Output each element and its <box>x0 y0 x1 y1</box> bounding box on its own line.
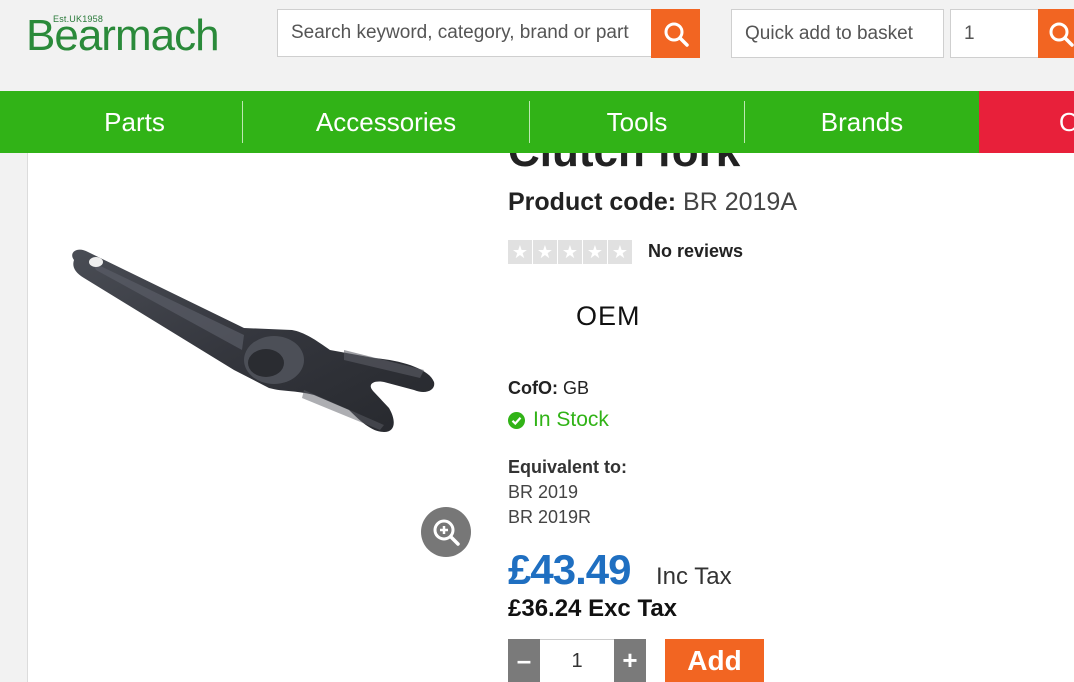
zoom-in-icon <box>433 519 460 546</box>
country-of-origin: CofO: GB <box>508 378 589 399</box>
product-image[interactable] <box>44 200 474 485</box>
star-icon: ★ <box>608 240 632 264</box>
equivalent-item: BR 2019 <box>508 482 579 502</box>
product-code: Product code: BR 2019A <box>508 188 797 217</box>
cofo-value: GB <box>563 378 590 398</box>
main-nav: Parts Accessories Tools Brands O <box>0 91 1074 153</box>
quick-add-qty-box <box>950 9 1039 58</box>
nav-item-parts[interactable]: Parts <box>27 91 242 153</box>
search-input[interactable] <box>278 10 651 56</box>
oem-badge: OEM <box>576 301 641 331</box>
star-icon: ★ <box>508 240 532 264</box>
price-inc-tax: £43.49 <box>508 546 631 593</box>
product-code-value: BR 2019A <box>683 188 797 216</box>
quick-add-qty-input[interactable] <box>951 10 1038 57</box>
stock-text: In Stock <box>533 408 609 431</box>
nav-item-offers[interactable]: O <box>979 91 1074 153</box>
cofo-label: CofO: <box>508 378 558 398</box>
quick-add-box <box>731 9 944 58</box>
rating-stars[interactable]: ★ ★ ★ ★ ★ <box>508 240 632 264</box>
search-icon <box>1049 22 1074 47</box>
price-inc-tax-label: Inc Tax <box>656 563 732 590</box>
quick-add-button[interactable] <box>1038 9 1074 58</box>
search-icon <box>664 22 689 47</box>
site-header: Bearmach Est.UK1958 <box>0 0 1074 91</box>
quantity-stepper: – 1 + <box>508 639 646 682</box>
search-button[interactable] <box>651 9 700 58</box>
zoom-button[interactable] <box>421 507 471 557</box>
star-icon: ★ <box>558 240 582 264</box>
nav-item-tools[interactable]: Tools <box>530 91 744 153</box>
quantity-input[interactable]: 1 <box>540 639 614 682</box>
product-title: Clutch fork <box>508 153 740 173</box>
product-title-clip: Clutch fork <box>508 153 908 173</box>
add-to-basket-button[interactable]: Add <box>665 639 764 682</box>
product-code-label: Product code: <box>508 188 677 216</box>
logo-est: Est.UK1958 <box>53 14 104 24</box>
star-icon: ★ <box>583 240 607 264</box>
check-circle-icon <box>508 411 525 429</box>
stock-status: In Stock <box>508 408 609 432</box>
bearmach-logo[interactable]: Bearmach Est.UK1958 <box>26 12 248 58</box>
reviews-link[interactable]: No reviews <box>648 241 743 262</box>
search-box <box>277 9 652 57</box>
decrease-quantity-button[interactable]: – <box>508 639 540 682</box>
star-icon: ★ <box>533 240 557 264</box>
nav-item-brands[interactable]: Brands <box>745 91 979 153</box>
increase-quantity-button[interactable]: + <box>614 639 646 682</box>
nav-item-accessories[interactable]: Accessories <box>243 91 529 153</box>
price-exc-tax: £36.24 Exc Tax <box>508 595 678 622</box>
equivalent-item: BR 2019R <box>508 507 592 527</box>
quick-add-input[interactable] <box>732 10 943 57</box>
equivalent-heading: Equivalent to: <box>508 457 628 477</box>
